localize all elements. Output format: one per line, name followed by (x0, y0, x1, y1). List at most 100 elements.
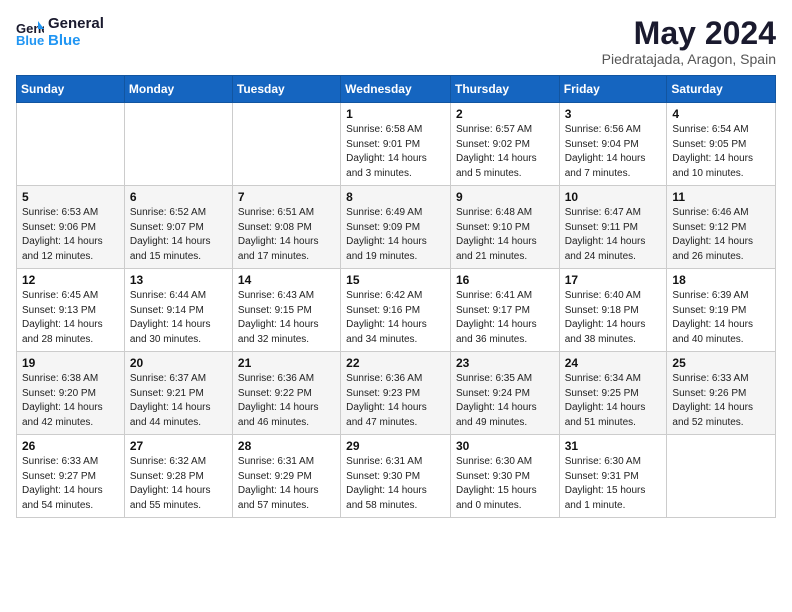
calendar-cell: 4 Sunrise: 6:54 AM Sunset: 9:05 PM Daylig… (667, 103, 776, 186)
calendar-cell: 9Sunrise: 6:48 AM Sunset: 9:10 PM Daylig… (450, 186, 559, 269)
location: Piedratajada, Aragon, Spain (602, 51, 776, 67)
logo-icon: General Blue (16, 19, 44, 47)
day-number: 23 (456, 356, 554, 370)
day-number: 15 (346, 273, 445, 287)
calendar-cell: 24Sunrise: 6:34 AM Sunset: 9:25 PM Dayli… (559, 352, 667, 435)
day-number: 8 (346, 190, 445, 204)
calendar-cell: 15 Sunrise: 6:42 AM Sunset: 9:16 PM Dayli… (341, 269, 451, 352)
calendar-cell: 17 Sunrise: 6:40 AM Sunset: 9:18 PM Dayli… (559, 269, 667, 352)
day-info: Sunrise: 6:31 AM Sunset: 9:30 PM Dayligh… (346, 455, 445, 513)
day-info: Sunrise: 6:44 AM Sunset: 9:14 PM Dayligh… (130, 289, 227, 347)
day-info: Sunrise: 6:42 AM Sunset: 9:16 PM Dayligh… (346, 289, 445, 347)
day-info: Sunrise: 6:54 AM Sunset: 9:05 PM Dayligh… (672, 123, 770, 181)
day-info: Sunrise: 6:40 AM Sunset: 9:18 PM Dayligh… (565, 289, 662, 347)
day-number: 29 (346, 439, 445, 453)
day-info: Sunrise: 6:33 AM Sunset: 9:27 PM Dayligh… (22, 455, 119, 513)
calendar-cell: 1Sunrise: 6:58 AM Sunset: 9:01 PM Daylig… (341, 103, 451, 186)
day-info: Sunrise: 6:57 AM Sunset: 9:02 PM Dayligh… (456, 123, 554, 181)
page-header: General Blue General Blue May 2024 Piedr… (16, 16, 776, 67)
calendar-cell: 3 Sunrise: 6:56 AM Sunset: 9:04 PM Daylig… (559, 103, 667, 186)
calendar-cell: 31 Sunrise: 6:30 AM Sunset: 9:31 PM Dayli… (559, 435, 667, 518)
day-info: Sunrise: 6:58 AM Sunset: 9:01 PM Dayligh… (346, 123, 445, 181)
day-info: Sunrise: 6:38 AM Sunset: 9:20 PM Dayligh… (22, 372, 119, 430)
day-header-saturday: Saturday (667, 76, 776, 103)
calendar-cell: 21 Sunrise: 6:36 AM Sunset: 9:22 PM Dayli… (232, 352, 340, 435)
day-header-friday: Friday (559, 76, 667, 103)
calendar-cell (124, 103, 232, 186)
day-info: Sunrise: 6:33 AM Sunset: 9:26 PM Dayligh… (672, 372, 770, 430)
calendar-cell: 12 Sunrise: 6:45 AM Sunset: 9:13 PM Dayli… (17, 269, 125, 352)
day-number: 26 (22, 439, 119, 453)
calendar-cell (667, 435, 776, 518)
day-number: 30 (456, 439, 554, 453)
day-number: 11 (672, 190, 770, 204)
day-info: Sunrise: 6:36 AM Sunset: 9:22 PM Dayligh… (238, 372, 335, 430)
day-number: 14 (238, 273, 335, 287)
day-number: 10 (565, 190, 662, 204)
day-info: Sunrise: 6:49 AM Sunset: 9:09 PM Dayligh… (346, 206, 445, 264)
day-info: Sunrise: 6:46 AM Sunset: 9:12 PM Dayligh… (672, 206, 770, 264)
calendar-cell: 18Sunrise: 6:39 AM Sunset: 9:19 PM Dayli… (667, 269, 776, 352)
calendar-cell: 5Sunrise: 6:53 AM Sunset: 9:06 PM Daylig… (17, 186, 125, 269)
day-info: Sunrise: 6:52 AM Sunset: 9:07 PM Dayligh… (130, 206, 227, 264)
day-header-monday: Monday (124, 76, 232, 103)
day-number: 22 (346, 356, 445, 370)
day-info: Sunrise: 6:32 AM Sunset: 9:28 PM Dayligh… (130, 455, 227, 513)
day-number: 3 (565, 107, 662, 121)
calendar-cell: 8 Sunrise: 6:49 AM Sunset: 9:09 PM Daylig… (341, 186, 451, 269)
calendar-cell: 6 Sunrise: 6:52 AM Sunset: 9:07 PM Daylig… (124, 186, 232, 269)
day-info: Sunrise: 6:45 AM Sunset: 9:13 PM Dayligh… (22, 289, 119, 347)
day-number: 16 (456, 273, 554, 287)
calendar-table: SundayMondayTuesdayWednesdayThursdayFrid… (16, 75, 776, 518)
logo-line2: Blue (48, 33, 104, 50)
day-number: 24 (565, 356, 662, 370)
day-info: Sunrise: 6:48 AM Sunset: 9:10 PM Dayligh… (456, 206, 554, 264)
day-info: Sunrise: 6:37 AM Sunset: 9:21 PM Dayligh… (130, 372, 227, 430)
day-info: Sunrise: 6:30 AM Sunset: 9:31 PM Dayligh… (565, 455, 662, 513)
day-info: Sunrise: 6:31 AM Sunset: 9:29 PM Dayligh… (238, 455, 335, 513)
day-number: 5 (22, 190, 119, 204)
calendar-cell: 30 Sunrise: 6:30 AM Sunset: 9:30 PM Dayli… (450, 435, 559, 518)
calendar-cell: 19 Sunrise: 6:38 AM Sunset: 9:20 PM Dayli… (17, 352, 125, 435)
calendar-cell: 20 Sunrise: 6:37 AM Sunset: 9:21 PM Dayli… (124, 352, 232, 435)
day-number: 13 (130, 273, 227, 287)
calendar-cell: 10Sunrise: 6:47 AM Sunset: 9:11 PM Dayli… (559, 186, 667, 269)
day-number: 28 (238, 439, 335, 453)
day-header-sunday: Sunday (17, 76, 125, 103)
day-number: 19 (22, 356, 119, 370)
day-number: 7 (238, 190, 335, 204)
day-number: 4 (672, 107, 770, 121)
title-block: May 2024 Piedratajada, Aragon, Spain (602, 16, 776, 67)
month-title: May 2024 (602, 16, 776, 51)
day-number: 2 (456, 107, 554, 121)
day-number: 6 (130, 190, 227, 204)
calendar-cell (17, 103, 125, 186)
day-info: Sunrise: 6:35 AM Sunset: 9:24 PM Dayligh… (456, 372, 554, 430)
day-info: Sunrise: 6:30 AM Sunset: 9:30 PM Dayligh… (456, 455, 554, 513)
day-info: Sunrise: 6:36 AM Sunset: 9:23 PM Dayligh… (346, 372, 445, 430)
day-info: Sunrise: 6:51 AM Sunset: 9:08 PM Dayligh… (238, 206, 335, 264)
day-info: Sunrise: 6:56 AM Sunset: 9:04 PM Dayligh… (565, 123, 662, 181)
day-number: 20 (130, 356, 227, 370)
day-header-tuesday: Tuesday (232, 76, 340, 103)
calendar-cell: 14 Sunrise: 6:43 AM Sunset: 9:15 PM Dayli… (232, 269, 340, 352)
day-number: 25 (672, 356, 770, 370)
calendar-cell: 13 Sunrise: 6:44 AM Sunset: 9:14 PM Dayli… (124, 269, 232, 352)
day-header-wednesday: Wednesday (341, 76, 451, 103)
calendar-cell: 25 Sunrise: 6:33 AM Sunset: 9:26 PM Dayli… (667, 352, 776, 435)
day-number: 12 (22, 273, 119, 287)
calendar-cell: 11 Sunrise: 6:46 AM Sunset: 9:12 PM Dayli… (667, 186, 776, 269)
calendar-cell: 26 Sunrise: 6:33 AM Sunset: 9:27 PM Dayli… (17, 435, 125, 518)
calendar-cell: 28 Sunrise: 6:31 AM Sunset: 9:29 PM Dayli… (232, 435, 340, 518)
svg-text:Blue: Blue (16, 33, 44, 47)
day-number: 21 (238, 356, 335, 370)
day-number: 31 (565, 439, 662, 453)
calendar-header: SundayMondayTuesdayWednesdayThursdayFrid… (17, 76, 776, 103)
calendar-cell: 7 Sunrise: 6:51 AM Sunset: 9:08 PM Daylig… (232, 186, 340, 269)
day-info: Sunrise: 6:43 AM Sunset: 9:15 PM Dayligh… (238, 289, 335, 347)
day-number: 18 (672, 273, 770, 287)
day-number: 27 (130, 439, 227, 453)
logo: General Blue General Blue (16, 16, 104, 49)
day-info: Sunrise: 6:41 AM Sunset: 9:17 PM Dayligh… (456, 289, 554, 347)
day-number: 17 (565, 273, 662, 287)
